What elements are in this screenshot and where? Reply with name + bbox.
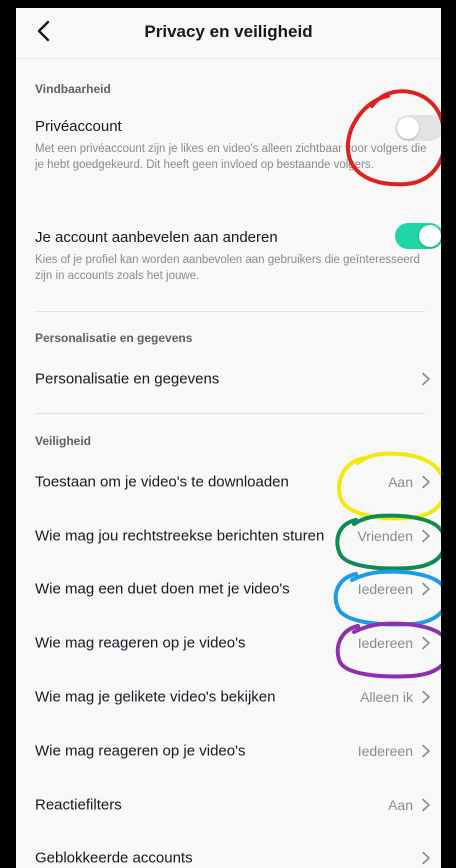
personalization-row[interactable]: Personalisatie en gegevens bbox=[16, 356, 441, 402]
phone-screen: Privacy en veiligheid Vindbaarheid Privé… bbox=[16, 8, 441, 868]
safety-item-label: Toestaan om je video's te downloaden bbox=[35, 473, 289, 491]
page-title: Privacy en veiligheid bbox=[144, 22, 313, 41]
section-title-findability: Vindbaarheid bbox=[35, 82, 111, 96]
safety-item-downloads[interactable]: Toestaan om je video's te downloaden Aan bbox=[16, 459, 441, 505]
safety-item-label: Wie mag reageren op je video's bbox=[35, 742, 246, 760]
safety-item-blocked-accounts[interactable]: Geblokkeerde accounts bbox=[16, 835, 441, 868]
chevron-right-icon bbox=[422, 636, 430, 650]
safety-item-label: Geblokkeerde accounts bbox=[35, 849, 193, 867]
toggle-knob bbox=[419, 225, 441, 247]
safety-item-value: Vrienden bbox=[357, 528, 413, 544]
safety-item-label: Reactiefilters bbox=[35, 796, 122, 814]
section-title-personalization: Personalisatie en gegevens bbox=[35, 331, 193, 345]
safety-item-value: Aan bbox=[388, 474, 413, 490]
section-title-safety: Veiligheid bbox=[35, 434, 92, 448]
safety-item-comment-filters[interactable]: Reactiefilters Aan bbox=[16, 782, 441, 828]
chevron-right-icon bbox=[422, 690, 430, 704]
divider bbox=[35, 311, 425, 312]
safety-item-comments[interactable]: Wie mag reageren op je video's Iedereen bbox=[16, 620, 441, 666]
private-account-description: Met een privéaccount zijn je likes en vi… bbox=[35, 143, 427, 171]
header-bar: Privacy en veiligheid bbox=[16, 8, 441, 59]
divider bbox=[35, 413, 425, 414]
chevron-right-icon bbox=[422, 582, 430, 596]
private-account-label: Privéaccount bbox=[35, 118, 122, 135]
safety-item-label: Wie mag je gelikete video's bekijken bbox=[35, 688, 276, 706]
private-account-toggle[interactable] bbox=[395, 115, 441, 141]
safety-item-duet[interactable]: Wie mag een duet doen met je video's Ied… bbox=[16, 566, 441, 612]
safety-item-label: Wie mag een duet doen met je video's bbox=[35, 580, 290, 598]
suggest-account-label: Je account aanbevelen aan anderen bbox=[35, 229, 278, 246]
toggle-knob bbox=[397, 117, 419, 139]
safety-item-value: Iedereen bbox=[357, 743, 413, 759]
safety-item-value: Alleen ik bbox=[360, 689, 413, 705]
chevron-right-icon bbox=[422, 851, 430, 865]
chevron-right-icon bbox=[422, 529, 430, 543]
chevron-right-icon bbox=[422, 372, 430, 386]
safety-item-value: Iedereen bbox=[357, 635, 413, 651]
safety-item-label: Wie mag reageren op je video's bbox=[35, 634, 246, 652]
safety-item-direct-messages[interactable]: Wie mag jou rechtstreekse berichten stur… bbox=[16, 513, 441, 559]
safety-item-label: Wie mag jou rechtstreekse berichten stur… bbox=[35, 527, 325, 545]
suggest-account-toggle[interactable] bbox=[395, 223, 441, 249]
chevron-right-icon bbox=[422, 744, 430, 758]
safety-item-liked-videos[interactable]: Wie mag je gelikete video's bekijken All… bbox=[16, 674, 441, 720]
safety-item-value: Aan bbox=[388, 797, 413, 813]
chevron-right-icon bbox=[422, 798, 430, 812]
safety-item-value: Iedereen bbox=[357, 581, 413, 597]
suggest-account-description: Kies of je profiel kan worden aanbevolen… bbox=[35, 254, 420, 282]
personalization-row-label: Personalisatie en gegevens bbox=[35, 370, 220, 388]
chevron-right-icon bbox=[422, 475, 430, 489]
safety-item-comments-2[interactable]: Wie mag reageren op je video's Iedereen bbox=[16, 728, 441, 774]
